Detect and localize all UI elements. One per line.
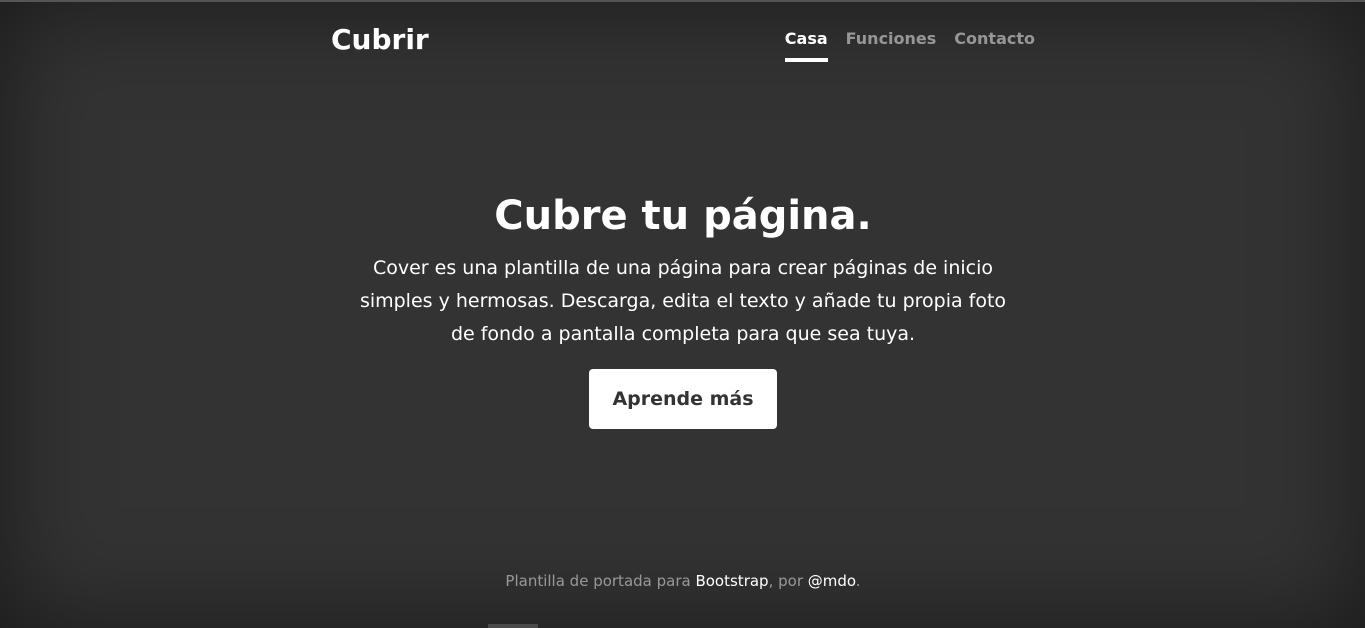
- nav-link-contacto[interactable]: Contacto: [954, 26, 1035, 62]
- main-nav: Casa Funciones Contacto: [784, 26, 1035, 62]
- hero-section: Cubre tu página. Cover es una plantilla …: [332, 188, 1034, 429]
- brand-title[interactable]: Cubrir: [331, 22, 429, 58]
- footer-prefix: Plantilla de portada para: [505, 572, 696, 590]
- masthead: Cubrir Casa Funciones Contacto: [331, 22, 1035, 62]
- footer-link-bootstrap[interactable]: Bootstrap: [695, 572, 768, 590]
- footer: Plantilla de portada para Bootstrap, por…: [332, 568, 1034, 594]
- scroll-indicator: [488, 624, 538, 628]
- nav-link-casa[interactable]: Casa: [784, 26, 828, 62]
- nav-link-funciones[interactable]: Funciones: [846, 26, 937, 62]
- footer-link-mdo[interactable]: @mdo: [808, 572, 856, 590]
- cover-page: Cubrir Casa Funciones Contacto Cubre tu …: [0, 2, 1365, 628]
- hero-lead: Cover es una plantilla de una página par…: [359, 257, 1007, 345]
- footer-middle: , por: [768, 572, 808, 590]
- footer-suffix: .: [855, 572, 861, 590]
- hero-title: Cubre tu página.: [494, 193, 872, 239]
- learn-more-button[interactable]: Aprende más: [589, 369, 777, 429]
